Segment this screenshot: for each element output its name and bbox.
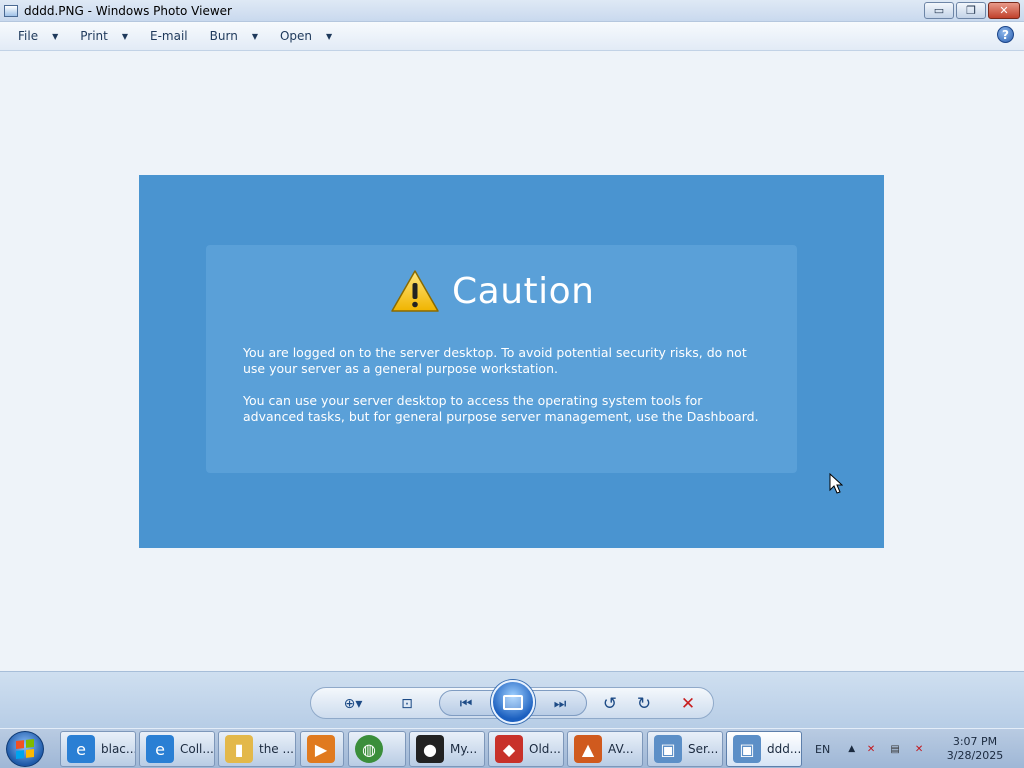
- slideshow-button[interactable]: [491, 680, 535, 724]
- window-controls: ▭ ❐ ✕: [924, 2, 1020, 19]
- menu-bar: File ▼ Print ▼ E-mail Burn ▼ Open ▼ ?: [0, 22, 1024, 51]
- taskbar-item-avg[interactable]: ▲ AV...: [567, 731, 643, 767]
- taskbar-item-label: AV...: [608, 742, 634, 756]
- photo-viewer-app-icon[interactable]: [4, 4, 18, 17]
- taskbar-item-label: the ...: [259, 742, 294, 756]
- restore-icon: ❐: [966, 4, 976, 17]
- taskbar-item-globe[interactable]: ◍: [348, 731, 406, 767]
- caution-heading: Caution: [452, 270, 595, 312]
- menu-print-label: Print: [80, 29, 108, 43]
- clock-date: 3/28/2025: [946, 749, 1004, 762]
- slideshow-icon: [503, 694, 523, 710]
- taskbar-item-photo-viewer-1[interactable]: ▣ Ser...: [647, 731, 723, 767]
- help-icon[interactable]: ?: [997, 26, 1014, 43]
- menu-file[interactable]: File ▼: [10, 25, 66, 47]
- next-icon: ⏭: [553, 696, 567, 712]
- delete-button[interactable]: ✕: [673, 691, 703, 717]
- caution-panel: Caution You are logged on to the server …: [206, 245, 797, 473]
- globe-icon: ◍: [355, 735, 383, 763]
- taskbar-item-label: Ser...: [688, 742, 719, 756]
- actual-size-button[interactable]: ⊡: [393, 691, 421, 717]
- menu-open-label: Open: [279, 29, 313, 43]
- minimize-button[interactable]: ▭: [924, 2, 954, 19]
- taskbar-item-media-player[interactable]: ▶: [300, 731, 344, 767]
- restore-button[interactable]: ❐: [956, 2, 986, 19]
- next-button[interactable]: ⏭: [545, 691, 575, 717]
- viewer-controls: ⊕▾ ⊡ ⏮ ⏭ ↺ ↻ ✕: [310, 680, 714, 724]
- media-player-icon: ▶: [307, 735, 335, 763]
- windows-logo-icon: [16, 739, 34, 759]
- rotate-counterclockwise-icon: ↺: [602, 694, 618, 714]
- image-viewer-area[interactable]: Caution You are logged on to the server …: [0, 52, 1024, 671]
- start-button[interactable]: [6, 731, 44, 767]
- taskbar-item-my[interactable]: ● My...: [409, 731, 485, 767]
- previous-icon: ⏮: [459, 696, 473, 712]
- rotate-clockwise-icon: ↻: [636, 694, 652, 714]
- taskbar-item-photo-viewer-2[interactable]: ▣ ddd...: [726, 731, 802, 767]
- taskbar-item-old[interactable]: ◆ Old...: [488, 731, 564, 767]
- menu-email-label: E-mail: [150, 29, 188, 43]
- language-indicator[interactable]: EN: [815, 743, 830, 756]
- internet-explorer-icon: e: [67, 735, 95, 763]
- window-title: dddd.PNG - Windows Photo Viewer: [24, 3, 232, 18]
- photo-viewer-icon: ▣: [733, 735, 761, 763]
- menu-burn[interactable]: Burn ▼: [202, 25, 266, 47]
- red-diamond-icon: ◆: [495, 735, 523, 763]
- rotate-right-button[interactable]: ↻: [631, 691, 657, 717]
- taskbar-item-label: ddd...: [767, 742, 802, 756]
- taskbar-item-ie-1[interactable]: e blac...: [60, 731, 136, 767]
- dropdown-caret-icon: ▼: [251, 31, 258, 41]
- fit-window-icon: ⊡: [401, 696, 413, 712]
- warning-icon: [391, 270, 439, 312]
- taskbar-item-ie-2[interactable]: e Coll...: [139, 731, 215, 767]
- dropdown-caret-icon: ▼: [121, 31, 129, 41]
- internet-explorer-icon: e: [146, 735, 174, 763]
- cat-avatar-icon: ●: [416, 735, 444, 763]
- close-icon: ✕: [999, 4, 1009, 17]
- dropdown-caret-icon: ▼: [52, 31, 59, 41]
- caution-paragraph-2: You can use your server desktop to acces…: [243, 393, 759, 424]
- avg-icon: ▲: [574, 735, 602, 763]
- taskbar-item-label: Old...: [529, 742, 561, 756]
- rotate-left-button[interactable]: ↺: [597, 691, 623, 717]
- action-center-warning-icon[interactable]: ✕: [863, 741, 879, 757]
- volume-muted-icon[interactable]: ✕: [911, 741, 927, 757]
- zoom-icon: ⊕▾: [343, 696, 363, 712]
- clock-time: 3:07 PM: [952, 735, 998, 748]
- menu-burn-label: Burn: [209, 29, 238, 43]
- taskbar-item-folder[interactable]: ▮ the ...: [218, 731, 296, 767]
- previous-button[interactable]: ⏮: [451, 691, 481, 717]
- taskbar-item-label: My...: [450, 742, 478, 756]
- system-tray: EN ▲ ✕ ▤ ✕ 3:07 PM 3/28/2025: [806, 731, 1024, 767]
- menu-print[interactable]: Print ▼: [72, 25, 136, 47]
- clock[interactable]: 3:07 PM 3/28/2025: [942, 735, 1008, 763]
- menu-file-label: File: [18, 29, 39, 43]
- network-icon[interactable]: ▤: [887, 741, 903, 757]
- taskbar-item-label: Coll...: [180, 742, 214, 756]
- displayed-image: Caution You are logged on to the server …: [139, 175, 884, 548]
- show-hidden-icons-icon[interactable]: ▲: [848, 744, 855, 754]
- caution-header: Caution: [390, 269, 594, 313]
- mouse-cursor-icon: [829, 473, 843, 494]
- folder-icon: ▮: [225, 735, 253, 763]
- photo-viewer-icon: ▣: [654, 735, 682, 763]
- dropdown-caret-icon: ▼: [326, 31, 333, 41]
- title-bar[interactable]: dddd.PNG - Windows Photo Viewer ▭ ❐ ✕: [0, 0, 1024, 22]
- menu-email[interactable]: E-mail: [142, 25, 196, 47]
- zoom-button[interactable]: ⊕▾: [335, 691, 371, 717]
- viewer-toolbar: ⊕▾ ⊡ ⏮ ⏭ ↺ ↻ ✕: [0, 671, 1024, 728]
- taskbar-item-label: blac...: [101, 742, 136, 756]
- minimize-icon: ▭: [933, 4, 945, 17]
- menu-open[interactable]: Open ▼: [272, 25, 340, 47]
- delete-icon: ✕: [680, 694, 696, 714]
- taskbar: e blac... e Coll... ▮ the ... ▶ ◍ ● My..…: [0, 728, 1024, 768]
- caution-paragraph-1: You are logged on to the server desktop.…: [243, 345, 747, 376]
- close-button[interactable]: ✕: [988, 2, 1020, 19]
